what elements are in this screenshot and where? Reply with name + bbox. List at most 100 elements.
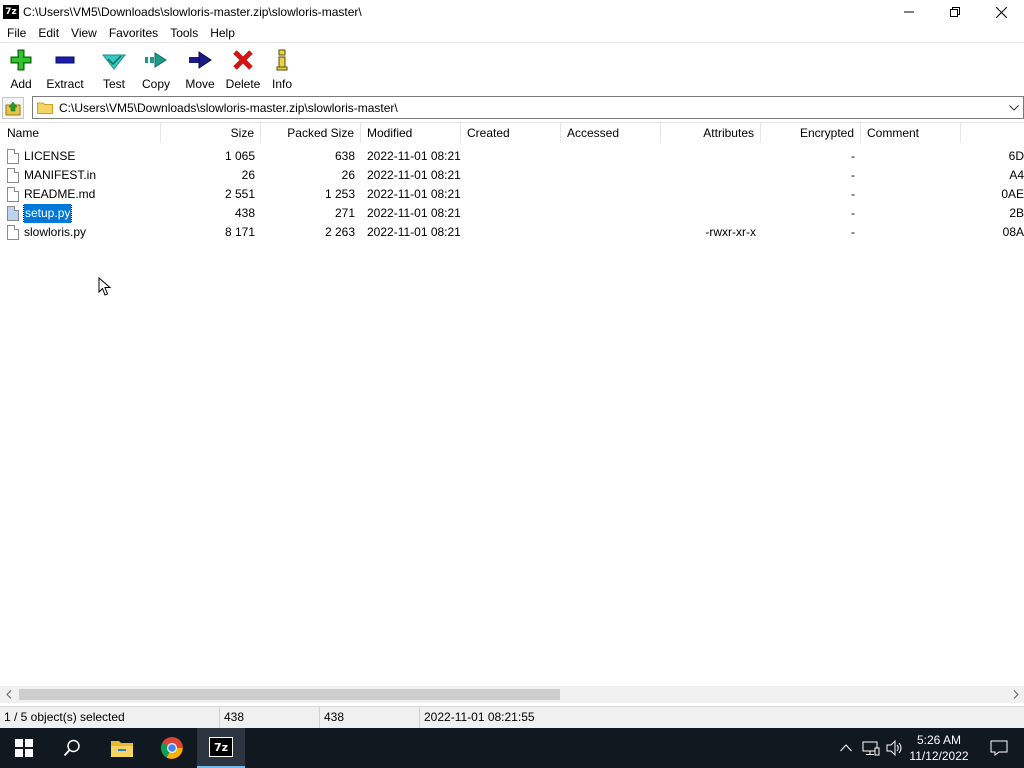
file-list[interactable]: Name Size Packed Size Modified Created A… xyxy=(0,122,1024,686)
column-accessed[interactable]: Accessed xyxy=(561,123,661,143)
file-packed-size: 2 263 xyxy=(324,225,355,239)
file-packed-size: 26 xyxy=(341,168,355,182)
test-label: Test xyxy=(102,77,125,91)
info-label: Info xyxy=(271,77,292,91)
file-attributes xyxy=(661,185,762,204)
move-button[interactable]: Move xyxy=(184,44,216,92)
info-icon xyxy=(270,48,294,72)
menu-help[interactable]: Help xyxy=(204,24,241,42)
file-explorer-icon xyxy=(111,741,133,757)
column-name[interactable]: Name xyxy=(0,123,161,143)
file-icon xyxy=(7,206,19,221)
network-button[interactable] xyxy=(860,728,882,768)
status-packed-size: 438 xyxy=(320,707,420,728)
menu-file[interactable]: File xyxy=(0,24,32,42)
delete-x-icon xyxy=(231,48,255,72)
delete-label: Delete xyxy=(225,77,261,91)
file-crc: 2B xyxy=(1009,206,1024,220)
add-button[interactable]: Add xyxy=(9,44,33,92)
file-icon xyxy=(7,225,19,240)
chevron-left-icon xyxy=(5,690,11,699)
folder-icon xyxy=(37,102,53,114)
file-name: LICENSE xyxy=(24,149,76,163)
status-modified: 2022-11-01 08:21:55 xyxy=(424,710,535,724)
column-created[interactable]: Created xyxy=(461,123,561,143)
file-size: 1 065 xyxy=(224,149,255,163)
info-button[interactable]: Info xyxy=(270,44,294,92)
scroll-right-button[interactable] xyxy=(1007,686,1024,703)
move-arrow-icon xyxy=(188,48,212,72)
file-crc: 6D xyxy=(1008,149,1024,163)
scrollbar-thumb[interactable] xyxy=(19,689,560,700)
file-row[interactable]: README.md 2 551 1 253 2022-11-01 08:21 -… xyxy=(0,185,1024,204)
file-icon xyxy=(7,149,19,164)
path-text: C:\Users\VM5\Downloads\slowloris-master.… xyxy=(59,100,398,115)
start-button[interactable] xyxy=(0,728,48,768)
clock-time: 5:26 AM xyxy=(916,733,962,747)
menu-edit[interactable]: Edit xyxy=(32,24,65,42)
menu-favorites[interactable]: Favorites xyxy=(103,24,164,42)
column-packed-size[interactable]: Packed Size xyxy=(261,123,361,143)
chrome-button[interactable] xyxy=(148,728,196,768)
restore-button[interactable] xyxy=(932,0,978,24)
plus-icon xyxy=(9,48,33,72)
7zip-app-icon[interactable]: 7z xyxy=(3,5,19,19)
toolbar: Add Extract Test Copy Move Delete Info xyxy=(0,44,1024,94)
column-size[interactable]: Size xyxy=(161,123,261,143)
file-attributes xyxy=(661,166,762,185)
add-label: Add xyxy=(10,77,32,91)
file-crc: 0AE xyxy=(1001,187,1024,201)
chevron-down-icon xyxy=(1009,104,1019,111)
show-hidden-icons-button[interactable] xyxy=(836,728,856,768)
menu-tools[interactable]: Tools xyxy=(164,24,204,42)
file-encrypted: - xyxy=(851,206,855,220)
name-cell: LICENSE xyxy=(0,147,161,166)
column-comment[interactable]: Comment xyxy=(861,123,961,143)
file-name: setup.py xyxy=(22,204,73,223)
path-dropdown-button[interactable] xyxy=(1005,97,1023,118)
copy-button[interactable]: Copy xyxy=(141,44,171,92)
menu-view[interactable]: View xyxy=(65,24,103,42)
file-icon xyxy=(7,187,19,202)
file-modified: 2022-11-01 08:21 xyxy=(367,187,461,201)
file-packed-size: 1 253 xyxy=(324,187,355,201)
window-title: C:\Users\VM5\Downloads\slowloris-master.… xyxy=(23,5,362,19)
file-modified: 2022-11-01 08:21 xyxy=(367,149,461,163)
file-size: 2 551 xyxy=(224,187,255,201)
column-attributes[interactable]: Attributes xyxy=(661,123,761,143)
delete-button[interactable]: Delete xyxy=(226,44,260,92)
name-cell: README.md xyxy=(0,185,161,204)
extract-button[interactable]: Extract xyxy=(46,44,84,92)
close-button[interactable] xyxy=(978,0,1024,24)
file-row[interactable]: LICENSE 1 065 638 2022-11-01 08:21 - 6D xyxy=(0,147,1024,166)
path-combobox[interactable]: C:\Users\VM5\Downloads\slowloris-master.… xyxy=(32,96,1024,119)
up-folder-button[interactable] xyxy=(2,96,24,119)
7zip-taskbar-button[interactable]: 7z xyxy=(197,728,245,768)
minimize-button[interactable] xyxy=(886,0,932,24)
extract-label: Extract xyxy=(46,77,84,91)
name-cell: setup.py xyxy=(0,204,161,223)
file-explorer-button[interactable] xyxy=(98,728,146,768)
minimize-icon xyxy=(904,11,914,13)
test-button[interactable]: Test xyxy=(99,44,129,92)
file-row-selected[interactable]: setup.py 438 271 2022-11-01 08:21 - 2B xyxy=(0,204,1024,223)
column-modified[interactable]: Modified xyxy=(361,123,461,143)
column-header-row: Name Size Packed Size Modified Created A… xyxy=(0,123,1024,143)
file-packed-size: 638 xyxy=(334,149,355,163)
notification-icon xyxy=(990,740,1008,756)
column-encrypted[interactable]: Encrypted xyxy=(761,123,861,143)
search-button[interactable] xyxy=(48,728,96,768)
scroll-left-button[interactable] xyxy=(0,686,17,703)
minus-icon xyxy=(53,48,77,72)
file-name: MANIFEST.in xyxy=(24,168,97,182)
action-center-button[interactable] xyxy=(988,728,1010,768)
restore-icon xyxy=(950,7,960,17)
windows-logo-icon xyxy=(15,739,33,757)
column-crc[interactable] xyxy=(961,123,1024,143)
horizontal-scrollbar[interactable] xyxy=(0,686,1024,703)
file-row[interactable]: slowloris.py 8 171 2 263 2022-11-01 08:2… xyxy=(0,223,1024,242)
file-icon xyxy=(7,168,19,183)
file-row[interactable]: MANIFEST.in 26 26 2022-11-01 08:21 - A4 xyxy=(0,166,1024,185)
search-icon xyxy=(63,739,80,757)
clock[interactable]: 5:26 AM 11/12/2022 xyxy=(902,732,976,764)
